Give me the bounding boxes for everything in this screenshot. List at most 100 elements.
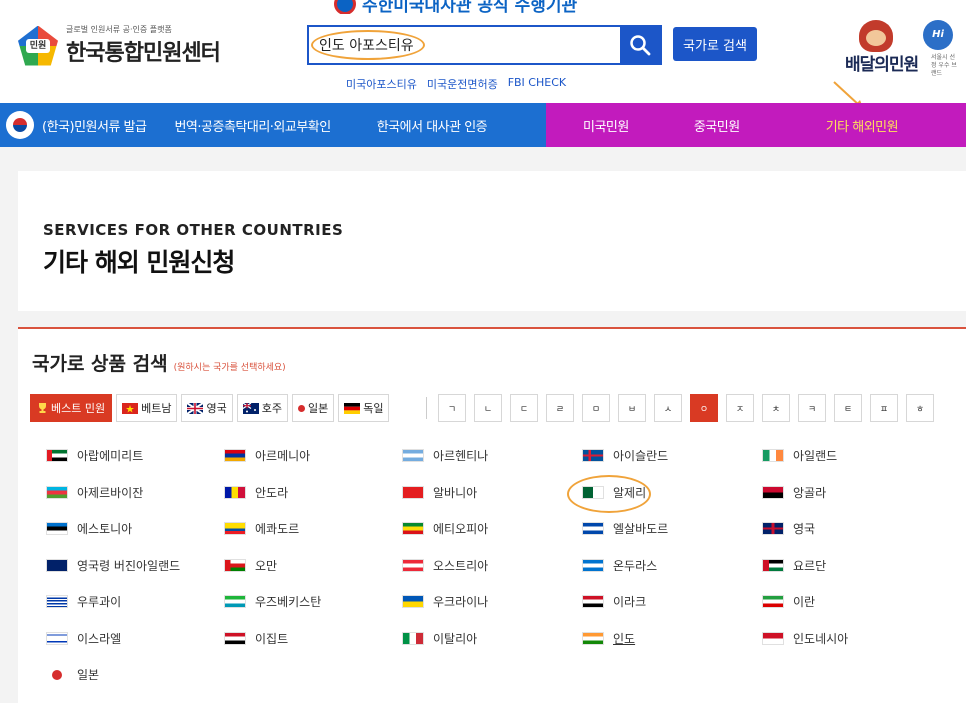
consonant-button[interactable]: ㅍ	[870, 394, 898, 422]
quick-links: 미국아포스티유 미국운전면허증 FBI CHECK	[346, 76, 566, 92]
country-item[interactable]: 요르단	[762, 557, 826, 574]
consonant-button[interactable]: ㄴ	[474, 394, 502, 422]
filter-vietnam[interactable]: 베트남	[116, 394, 178, 422]
consonant-button[interactable]: ㅈ	[726, 394, 754, 422]
country-item[interactable]: 이라크	[582, 593, 646, 610]
country-item[interactable]: 우크라이나	[402, 593, 488, 610]
quick-link-us-license[interactable]: 미국운전면허증	[427, 76, 498, 92]
country-item[interactable]: 아랍에미리트	[46, 447, 143, 464]
trophy-icon	[39, 403, 46, 413]
search-icon	[630, 35, 651, 56]
consonant-button[interactable]: ㄹ	[546, 394, 574, 422]
site-logo[interactable]: 민원 글로벌 인원서류 공·인증 플랫폼 한국통합민원센터	[18, 24, 221, 67]
country-item[interactable]: 알바니아	[402, 484, 477, 501]
country-item[interactable]: 영국	[762, 520, 815, 537]
country-item[interactable]: 안도라	[224, 484, 288, 501]
country-item[interactable]: 앙골라	[762, 484, 826, 501]
top-banner: 주한미국대사관 공식 수행기관	[0, 0, 966, 14]
title-card: SERVICES FOR OTHER COUNTRIES 기타 해외 민원신청	[18, 171, 966, 311]
country-item[interactable]: 오만	[224, 557, 277, 574]
country-item[interactable]: 아르메니아	[224, 447, 310, 464]
country-item[interactable]: 영국령 버진아일랜드	[46, 557, 180, 574]
country-item[interactable]: 이란	[762, 593, 815, 610]
nav-other-countries[interactable]: 기타 해외민원	[826, 116, 899, 135]
country-item[interactable]: 인도	[582, 630, 635, 647]
country-item[interactable]: 이스라엘	[46, 630, 121, 647]
country-item[interactable]: 아제르바이잔	[46, 484, 143, 501]
country-item[interactable]: 에티오피아	[402, 520, 488, 537]
country-name: 아랍에미리트	[77, 449, 144, 463]
country-flag-icon	[46, 449, 68, 462]
country-item[interactable]: 이탈리아	[402, 630, 477, 647]
country-item[interactable]: 에스토니아	[46, 520, 132, 537]
quick-link-fbi-check[interactable]: FBI CHECK	[508, 76, 566, 92]
filter-japan[interactable]: 일본	[291, 394, 335, 422]
consonant-button[interactable]: ㅊ	[762, 394, 790, 422]
nav-us-services[interactable]: 미국민원	[583, 116, 629, 135]
country-name: 오만	[255, 558, 278, 573]
embassy-logo-icon	[334, 0, 356, 14]
list-title: 국가로 상품 검색	[32, 353, 168, 375]
country-flag-icon	[582, 485, 604, 499]
country-item[interactable]: 엘살바도르	[582, 520, 668, 537]
delivery-brand-sub: 서울시 선정 우수 브랜드	[931, 54, 957, 77]
country-item[interactable]: 우루과이	[46, 593, 121, 610]
country-name: 안도라	[255, 485, 289, 500]
consonant-button[interactable]: ㅎ	[906, 394, 934, 422]
search-input[interactable]	[309, 27, 620, 63]
consonant-button[interactable]: ㅅ	[654, 394, 682, 422]
content-frame: SERVICES FOR OTHER COUNTRIES 기타 해외 민원신청 …	[0, 147, 966, 703]
country-name: 영국령 버진아일랜드	[77, 558, 181, 573]
delivery-brand-logo[interactable]: Hi Seoul 배달의민원 서울시 선정 우수 브랜드	[845, 18, 957, 77]
consonant-button[interactable]: ㅌ	[834, 394, 862, 422]
consonant-button[interactable]: ㄷ	[510, 394, 538, 422]
filter-divider	[426, 397, 427, 419]
page-title: 기타 해외 민원신청	[43, 248, 235, 277]
country-item[interactable]: 알제리	[582, 484, 646, 501]
country-item[interactable]: 온두라스	[582, 557, 657, 574]
filter-germany-label: 독일	[363, 402, 384, 415]
filter-vietnam-label: 베트남	[141, 402, 172, 415]
country-item[interactable]: 우즈베키스탄	[224, 593, 321, 610]
consonant-button[interactable]: ㅋ	[798, 394, 826, 422]
country-item[interactable]: 아일랜드	[762, 447, 837, 464]
consonant-button[interactable]: ㅂ	[618, 394, 646, 422]
nav-korean-documents[interactable]: (한국)민원서류 발급	[42, 116, 147, 135]
country-search-button[interactable]: 국가로 검색	[673, 27, 757, 61]
country-flag-icon	[46, 595, 68, 608]
nav-china-services[interactable]: 중국민원	[694, 116, 740, 135]
filter-japan-label: 일본	[307, 402, 329, 415]
country-flag-icon	[46, 522, 68, 535]
japan-flag-icon	[297, 404, 305, 412]
country-name: 우크라이나	[433, 595, 489, 609]
header: 민원 글로벌 인원서류 공·인증 플랫폼 한국통합민원센터 국가로 검색 미국아…	[0, 14, 966, 96]
country-flag-icon	[402, 631, 424, 645]
country-item[interactable]: 에콰도르	[224, 520, 299, 537]
filter-australia[interactable]: 호주	[236, 394, 288, 422]
country-flag-icon	[762, 449, 784, 462]
country-item[interactable]: 인도네시아	[762, 630, 848, 647]
nav-embassy-certification[interactable]: 한국에서 대사관 인증	[377, 116, 488, 135]
main-nav: (한국)민원서류 발급 번역·공증촉탁대리·외교부확인 한국에서 대사관 인증 …	[0, 103, 966, 147]
search-button[interactable]	[620, 27, 660, 63]
country-flag-icon	[46, 485, 68, 499]
quick-link-us-apostille[interactable]: 미국아포스티유	[346, 76, 417, 92]
country-item[interactable]: 아이슬란드	[582, 447, 668, 464]
logo-badge: 민원	[26, 38, 50, 53]
consonant-button[interactable]: ㅇ	[690, 394, 718, 422]
consonant-button[interactable]: ㄱ	[438, 394, 466, 422]
country-flag-icon	[402, 595, 424, 608]
country-name: 일본	[77, 668, 100, 682]
country-item[interactable]: 아르헨티나	[402, 447, 488, 464]
country-flag-icon	[582, 631, 604, 645]
consonant-button[interactable]: ㅁ	[582, 394, 610, 422]
country-item[interactable]: 이집트	[224, 630, 288, 647]
filter-best[interactable]: 베스트 민원	[30, 394, 113, 422]
country-item[interactable]: 일본	[46, 666, 99, 683]
country-name: 우루과이	[77, 595, 122, 609]
country-item[interactable]: 오스트리아	[402, 557, 488, 574]
filter-germany[interactable]: 독일	[338, 394, 390, 422]
filter-uk[interactable]: 영국	[181, 394, 233, 422]
consonant-filter: ㄱㄴㄷㄹㅁㅂㅅㅇㅈㅊㅋㅌㅍㅎ	[438, 394, 934, 422]
nav-translation-notary[interactable]: 번역·공증촉탁대리·외교부확인	[174, 116, 331, 135]
